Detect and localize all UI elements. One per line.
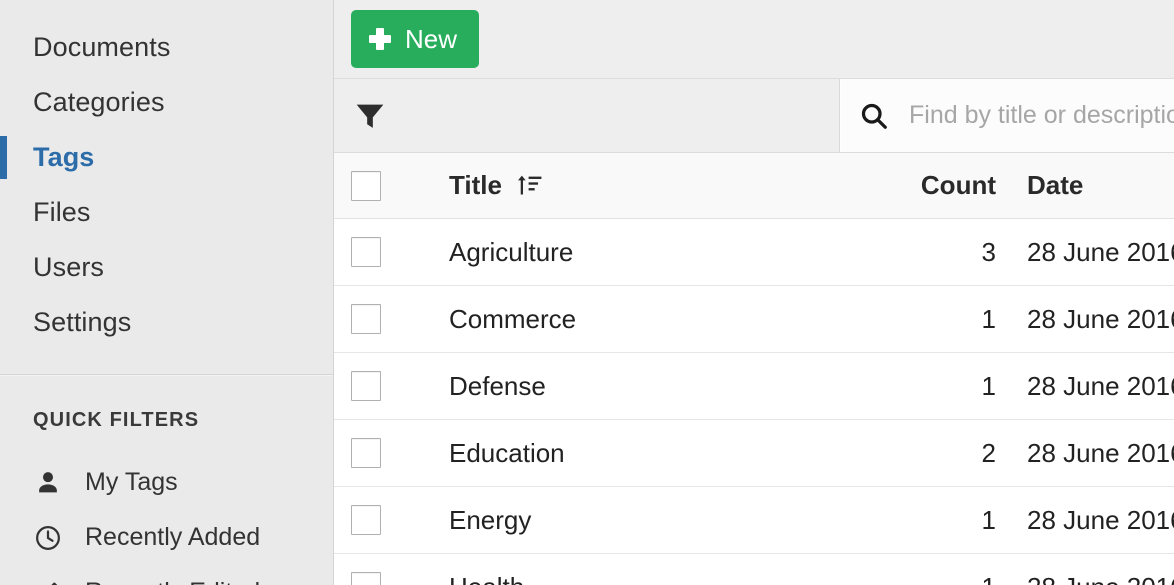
row-select-cell xyxy=(334,304,449,334)
row-count: 3 xyxy=(981,236,996,267)
sidebar-item-label: Tags xyxy=(33,142,95,172)
table-header-row: Title Count Date xyxy=(334,153,1174,219)
column-header-date[interactable]: Date xyxy=(999,170,1174,201)
table-row[interactable]: Energy 1 28 June 2016 xyxy=(334,487,1174,554)
row-date: 28 June 2016 xyxy=(1027,437,1174,468)
row-checkbox[interactable] xyxy=(351,505,381,535)
sidebar-item-categories[interactable]: Categories xyxy=(0,75,333,130)
row-title: Education xyxy=(449,437,565,468)
funnel-icon xyxy=(353,99,387,133)
plus-icon xyxy=(369,28,391,50)
clock-icon xyxy=(33,523,63,553)
quick-filters-section: QUICK FILTERS My Tags Recently Added xyxy=(0,375,333,585)
column-header-title[interactable]: Title xyxy=(449,170,903,201)
table-row[interactable]: Agriculture 3 28 June 2016 xyxy=(334,219,1174,286)
row-checkbox[interactable] xyxy=(351,304,381,334)
sidebar-item-users[interactable]: Users xyxy=(0,240,333,295)
sidebar-nav: Documents Categories Tags Files Users Se… xyxy=(0,0,333,350)
row-count: 2 xyxy=(981,437,996,468)
tags-table: Title Count Date Agriculture 3 28 June 2… xyxy=(334,153,1174,585)
row-title: Agriculture xyxy=(449,236,574,267)
row-date: 28 June 2016 xyxy=(1027,303,1174,334)
row-checkbox[interactable] xyxy=(351,572,381,585)
row-title: Defense xyxy=(449,370,546,401)
user-icon xyxy=(33,468,63,498)
quick-filter-label: Recently Edited xyxy=(85,578,260,585)
quick-filter-my-tags[interactable]: My Tags xyxy=(0,455,333,510)
new-button-label: New xyxy=(405,24,458,54)
row-select-cell xyxy=(334,505,449,535)
sidebar-item-label: Files xyxy=(33,197,91,227)
row-date: 28 June 2016 xyxy=(1027,504,1174,535)
row-select-cell xyxy=(334,237,449,267)
table-row[interactable]: Commerce 1 28 June 2016 xyxy=(334,286,1174,353)
select-all-cell xyxy=(334,170,449,201)
search-zone[interactable] xyxy=(840,79,1174,152)
row-title: Commerce xyxy=(449,303,577,334)
quick-filter-label: Recently Added xyxy=(85,523,261,551)
filter-button[interactable] xyxy=(334,79,840,152)
sidebar-item-label: Users xyxy=(33,252,105,282)
sort-amount-asc-icon[interactable] xyxy=(516,172,543,199)
row-select-cell xyxy=(334,438,449,468)
sidebar-item-files[interactable]: Files xyxy=(0,185,333,240)
sidebar-item-label: Settings xyxy=(33,307,132,337)
row-title: Energy xyxy=(449,504,532,535)
row-select-cell xyxy=(334,572,449,585)
new-button[interactable]: New xyxy=(351,10,480,68)
row-date: 28 June 2016 xyxy=(999,572,1174,585)
toolbar: New xyxy=(334,0,1174,79)
sidebar-item-tags[interactable]: Tags xyxy=(0,130,333,185)
row-date: 28 June 2016 xyxy=(1027,236,1174,267)
sidebar-item-settings[interactable]: Settings xyxy=(0,295,333,350)
row-checkbox[interactable] xyxy=(351,438,381,468)
search-icon xyxy=(859,101,889,131)
quick-filters-heading: QUICK FILTERS xyxy=(33,409,200,431)
row-date: 28 June 2016 xyxy=(1027,370,1174,401)
table-row[interactable]: Education 2 28 June 2016 xyxy=(334,420,1174,487)
column-header-title-label: Title xyxy=(449,170,502,200)
sidebar-item-documents[interactable]: Documents xyxy=(0,20,333,75)
sidebar-item-label: Categories xyxy=(33,87,165,117)
column-header-count[interactable]: Count xyxy=(903,170,999,201)
app-root: Documents Categories Tags Files Users Se… xyxy=(0,0,1174,585)
sidebar: Documents Categories Tags Files Users Se… xyxy=(0,0,334,585)
table-row[interactable]: Health 1 28 June 2016 xyxy=(334,554,1174,585)
sidebar-item-label: Documents xyxy=(33,32,171,62)
pencil-icon xyxy=(33,578,63,585)
row-count: 1 xyxy=(981,303,996,334)
quick-filter-recently-edited[interactable]: Recently Edited xyxy=(0,565,333,585)
row-count: 1 xyxy=(981,370,996,401)
row-count: 1 xyxy=(903,572,999,585)
active-indicator xyxy=(0,136,7,179)
row-checkbox[interactable] xyxy=(351,371,381,401)
quick-filter-label: My Tags xyxy=(85,468,178,496)
table-row[interactable]: Defense 1 28 June 2016 xyxy=(334,353,1174,420)
filter-bar xyxy=(334,79,1174,153)
row-count: 1 xyxy=(981,504,996,535)
select-all-checkbox[interactable] xyxy=(351,170,381,201)
row-title: Health xyxy=(449,572,903,585)
row-select-cell xyxy=(334,371,449,401)
main-content: New Find by title or description... Titl… xyxy=(334,0,1174,585)
quick-filter-recently-added[interactable]: Recently Added xyxy=(0,510,333,565)
search-input[interactable] xyxy=(909,101,1174,130)
row-checkbox[interactable] xyxy=(351,237,381,267)
